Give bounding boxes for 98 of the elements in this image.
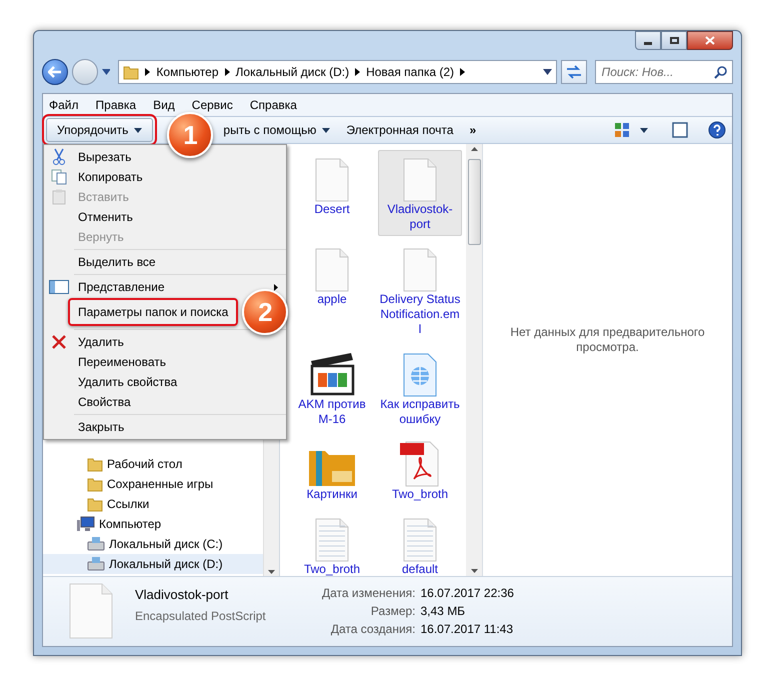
blank-document-icon — [69, 583, 113, 639]
more-button[interactable]: » — [461, 121, 484, 139]
menu-item[interactable]: Переименовать — [78, 353, 166, 371]
computer-icon — [77, 516, 95, 532]
tree-item[interactable]: Компьютер — [43, 514, 263, 534]
address-bar[interactable]: Компьютер Локальный диск (D:) Новая папка (2) — [118, 60, 557, 84]
menu-item[interactable]: Выделить все — [78, 253, 156, 271]
layout-icon — [49, 280, 69, 294]
preview-message: Нет данных для предварительного просмотра. — [509, 325, 706, 355]
drive-icon — [87, 537, 105, 551]
preview-pane-icon[interactable] — [672, 122, 688, 138]
back-arrow-icon — [48, 66, 62, 78]
menu-item[interactable]: Копировать — [78, 168, 143, 186]
menu-item[interactable]: Свойства — [78, 393, 131, 411]
file-item[interactable]: Desert — [290, 150, 374, 221]
detail-value: 16.07.2017 11:43 — [420, 622, 514, 637]
text-document-icon — [315, 518, 349, 562]
menu-item[interactable]: Представление — [78, 278, 165, 296]
detail-value: 16.07.2017 22:36 — [420, 586, 514, 601]
folder-icon — [87, 456, 103, 472]
help-icon[interactable] — [708, 121, 726, 139]
menu-bar-item[interactable]: Справка — [250, 96, 297, 114]
menu-item[interactable]: Вырезать — [78, 148, 132, 166]
copy-icon — [51, 169, 67, 185]
toolbar-button[interactable]: рыть с помощью — [215, 118, 338, 142]
tree-item[interactable]: Рабочий стол — [43, 454, 263, 474]
file-item[interactable]: AKM против M-16 — [290, 345, 374, 431]
menu-item[interactable]: Закрыть — [78, 418, 124, 436]
blank-document-icon — [315, 158, 349, 202]
file-item[interactable]: apple — [290, 240, 374, 311]
pdf-document-icon — [400, 441, 440, 487]
tree-item[interactable]: Локальный диск (D:) — [43, 554, 263, 574]
menu-bar-item[interactable]: Файл — [49, 96, 79, 114]
tree-item[interactable]: Сохраненные игры — [43, 474, 263, 494]
menu-item[interactable]: Удалить — [78, 333, 124, 351]
delete-cross-icon — [51, 334, 67, 350]
folder-icon — [87, 476, 103, 492]
file-item[interactable]: Delivery Status Notification.eml — [378, 240, 462, 341]
clipboard-icon — [52, 189, 66, 205]
file-item[interactable]: Как исправить ошибку — [378, 345, 462, 431]
breadcrumb-arrow-icon — [460, 68, 466, 76]
breadcrumb-arrow-icon — [355, 68, 360, 76]
breadcrumb-arrow-icon — [145, 68, 150, 76]
breadcrumb-arrow-icon — [224, 68, 230, 76]
refresh-button[interactable] — [560, 60, 587, 84]
close-button[interactable] — [687, 31, 733, 50]
caret-icon — [134, 128, 142, 132]
menu-bar-item[interactable]: Вид — [153, 96, 175, 114]
scroll-down-icon[interactable] — [470, 569, 478, 573]
file-item[interactable]: default — [378, 510, 462, 576]
caret-icon[interactable] — [640, 128, 648, 132]
file-type: Encapsulated PostScript — [135, 608, 267, 624]
scroll-up-icon[interactable] — [470, 147, 478, 151]
tree-item[interactable]: Локальный диск (C:) — [43, 534, 263, 554]
text-document-icon — [403, 518, 437, 562]
view-icon[interactable] — [614, 122, 630, 138]
blank-document-icon — [403, 248, 437, 292]
caret-icon — [322, 128, 330, 132]
menu-item[interactable]: Параметры папок и поиска — [68, 298, 238, 326]
clapperboard-icon — [309, 351, 355, 397]
search-field[interactable]: Поиск: Нов... — [594, 60, 734, 84]
breadcrumb[interactable]: Новая папка (2) — [366, 63, 454, 81]
menu-item[interactable]: Отменить — [78, 208, 133, 226]
blank-document-icon — [403, 158, 437, 202]
scrollbar[interactable] — [466, 144, 482, 576]
scissors-icon — [52, 148, 66, 166]
back-button[interactable] — [42, 59, 68, 85]
detail-label: Дата создания: — [330, 622, 416, 637]
drive-icon — [87, 557, 105, 571]
step-number-badge: 2 — [242, 289, 288, 335]
file-item[interactable]: Vladivostok-port — [378, 150, 462, 236]
file-item[interactable]: Two_broth — [378, 435, 462, 506]
scrollbar-thumb[interactable] — [468, 159, 480, 245]
maximize-button[interactable] — [661, 31, 687, 50]
detail-label: Дата изменения: — [322, 586, 416, 601]
folder-icon — [87, 496, 103, 512]
minimize-button[interactable] — [635, 31, 661, 50]
toolbar-button[interactable]: Электронная почта — [338, 118, 462, 142]
file-name: Vladivostok-port — [135, 586, 230, 604]
menu-bar-item[interactable]: Сервис — [192, 96, 233, 114]
folder-icon — [123, 64, 140, 80]
refresh-icon — [566, 65, 582, 79]
blank-document-icon — [315, 248, 349, 292]
file-item[interactable]: Картинки — [290, 435, 374, 506]
dropdown-icon — [542, 69, 552, 75]
menu-item[interactable]: Удалить свойства — [78, 373, 178, 391]
detail-label: Размер: — [370, 604, 416, 619]
detail-value: 3,43 МБ — [420, 604, 466, 619]
web-page-icon — [403, 353, 437, 397]
breadcrumb[interactable]: Локальный диск (D:) — [236, 63, 350, 81]
scroll-down-icon[interactable] — [268, 570, 275, 574]
search-icon — [714, 66, 728, 79]
file-item[interactable]: Two_broth — [290, 510, 374, 576]
close-icon — [705, 36, 715, 45]
breadcrumb[interactable]: Компьютер — [156, 63, 219, 81]
history-dropdown-icon — [102, 69, 110, 75]
menu-bar-item[interactable]: Правка — [96, 96, 136, 114]
tree-item[interactable]: Ссылки — [43, 494, 263, 514]
